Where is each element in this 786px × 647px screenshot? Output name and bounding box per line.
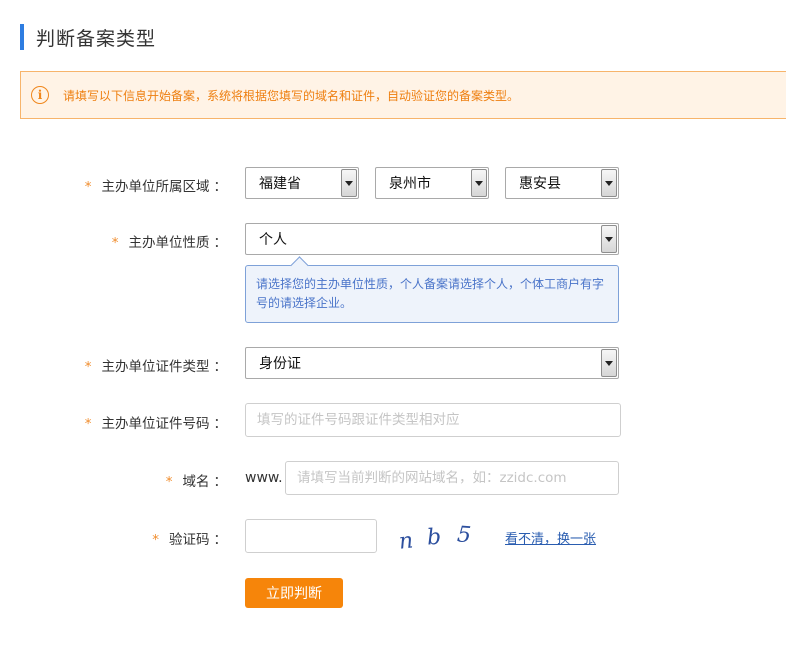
region-label: * 主办单位所属区域：	[85, 175, 227, 195]
label-colon: ：	[213, 359, 228, 375]
required-mark: *	[152, 532, 159, 548]
province-value: 福建省	[259, 176, 301, 192]
info-notice: i 请填写以下信息开始备案，系统将根据您填写的域名和证件，自动验证您的备案类型。	[20, 71, 786, 119]
cert-number-label: * 主办单位证件号码：	[85, 412, 227, 432]
required-mark: *	[84, 416, 92, 432]
captcha-char: b	[426, 525, 442, 551]
county-select[interactable]: 惠安县	[505, 167, 619, 199]
label-colon: ：	[213, 474, 228, 490]
region-label-text: 主办单位所属区域	[101, 179, 210, 195]
page-root: 判断备案类型 i 请填写以下信息开始备案，系统将根据您填写的域名和证件，自动验证…	[0, 0, 786, 647]
captcha-image[interactable]: n b 5	[397, 522, 482, 554]
domain-prefix: www.	[245, 470, 283, 486]
required-mark: *	[84, 179, 92, 195]
label-colon: ：	[213, 179, 228, 195]
required-mark: *	[84, 359, 92, 375]
cert-number-input[interactable]	[245, 403, 621, 437]
county-value: 惠安县	[519, 176, 561, 192]
nature-value: 个人	[259, 232, 287, 248]
city-value: 泉州市	[389, 176, 431, 192]
submit-button[interactable]: 立即判断	[245, 578, 343, 608]
cert-type-select[interactable]: 身份证	[245, 347, 619, 379]
header-accent-bar	[20, 24, 24, 50]
nature-tooltip: 请选择您的主办单位性质，个人备案请选择个人，个体工商户有字号的请选择企业。	[245, 265, 619, 323]
label-colon: ：	[213, 532, 228, 548]
nature-select[interactable]: 个人	[245, 223, 619, 255]
cert-type-label-text: 主办单位证件类型	[101, 359, 210, 375]
nature-label-text: 主办单位性质	[128, 235, 210, 251]
domain-input[interactable]	[285, 461, 619, 495]
required-mark: *	[165, 474, 173, 490]
notice-text: 请填写以下信息开始备案，系统将根据您填写的域名和证件，自动验证您的备案类型。	[63, 88, 520, 103]
captcha-char: 5	[456, 522, 472, 548]
required-mark: *	[111, 235, 119, 251]
label-colon: ：	[213, 416, 228, 432]
cert-type-value: 身份证	[259, 356, 301, 372]
captcha-label-text: 验证码	[169, 532, 210, 548]
chevron-down-icon[interactable]	[601, 169, 617, 197]
refresh-captcha-link[interactable]: 看不清，换一张	[505, 528, 596, 547]
page-title: 判断备案类型	[36, 27, 157, 50]
captcha-label: * 验证码：	[152, 528, 227, 548]
domain-label-text: 域名	[182, 474, 210, 490]
label-colon: ：	[213, 235, 228, 251]
chevron-down-icon[interactable]	[601, 225, 617, 253]
chevron-down-icon[interactable]	[601, 349, 617, 377]
captcha-input[interactable]	[245, 519, 377, 553]
cert-type-label: * 主办单位证件类型：	[85, 355, 227, 375]
captcha-char: n	[398, 528, 415, 554]
cert-number-label-text: 主办单位证件号码	[101, 416, 210, 432]
nature-label: * 主办单位性质：	[112, 231, 227, 251]
info-icon: i	[31, 86, 49, 104]
province-select[interactable]: 福建省	[245, 167, 359, 199]
page-header: 判断备案类型	[20, 24, 156, 50]
chevron-down-icon[interactable]	[471, 169, 487, 197]
city-select[interactable]: 泉州市	[375, 167, 489, 199]
chevron-down-icon[interactable]	[341, 169, 357, 197]
domain-label: * 域名：	[166, 470, 227, 490]
